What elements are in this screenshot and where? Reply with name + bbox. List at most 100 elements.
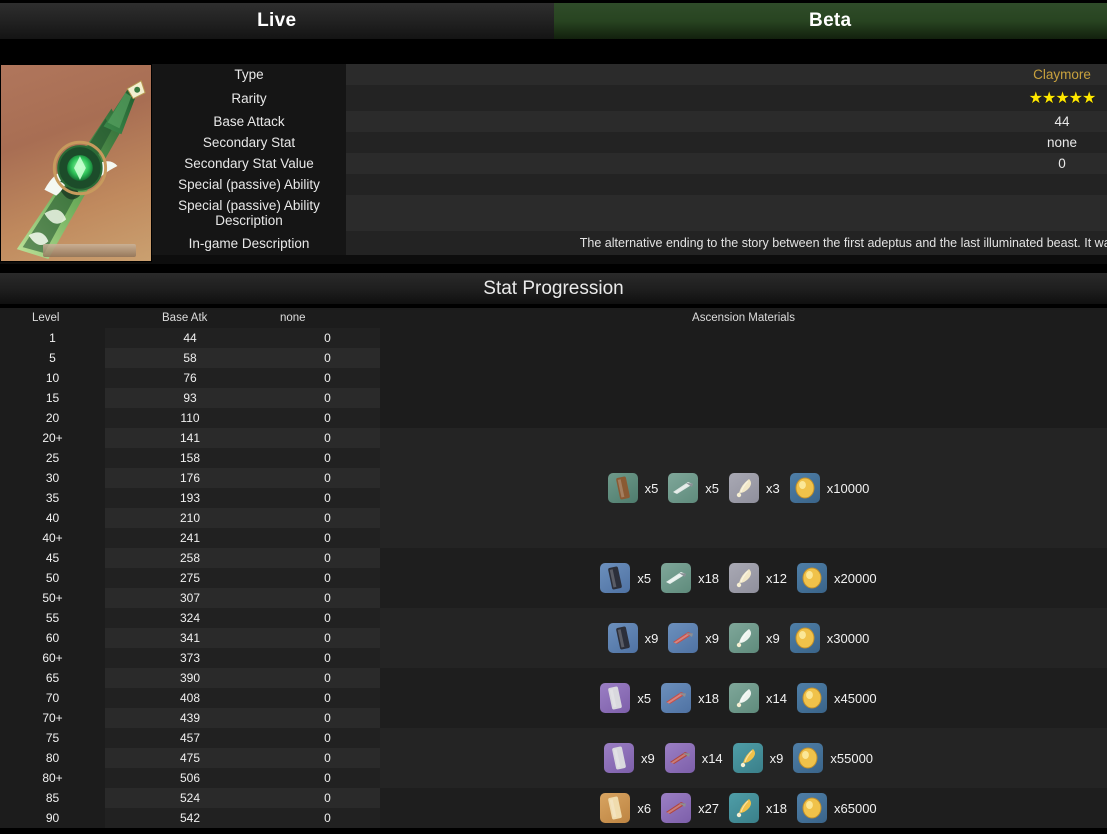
table-row: 30 176 0: [0, 468, 1107, 488]
info-label-passive-ability-description: Special (passive) Ability Description: [152, 195, 346, 231]
tab-live[interactable]: Live: [0, 3, 554, 39]
cell-base-atk: 158: [105, 448, 275, 468]
cell-base-atk: 176: [105, 468, 275, 488]
cell-base-atk: 241: [105, 528, 275, 548]
cell-level: 30: [45, 471, 60, 485]
cell-secondary: 0: [275, 508, 380, 528]
cell-level: 70: [45, 691, 60, 705]
cell-secondary: 0: [275, 768, 380, 788]
cell-ascension-spacer: [380, 488, 1107, 508]
info-value-base-attack: 44: [346, 111, 1107, 132]
cell-ascension-spacer: [380, 568, 1107, 588]
cell-secondary: 0: [275, 348, 380, 368]
table-row: 85 524 0: [0, 788, 1107, 808]
cell-secondary: 0: [275, 488, 380, 508]
tab-live-label: Live: [257, 10, 297, 31]
cell-base-atk: 341: [105, 628, 275, 648]
cell-ascension-spacer: [380, 408, 1107, 428]
cell-base-atk: 324: [105, 608, 275, 628]
cell-base-atk: 210: [105, 508, 275, 528]
info-label-rarity: Rarity: [152, 85, 346, 111]
cell-level: 75: [45, 731, 60, 745]
cell-base-atk: 58: [105, 348, 275, 368]
cell-secondary: 0: [275, 628, 380, 648]
info-value-secondary-stat-value: 0: [346, 153, 1107, 174]
stat-progression-header: Stat Progression: [0, 273, 1107, 304]
cell-secondary: 0: [275, 728, 380, 748]
cell-secondary: 0: [275, 808, 380, 828]
cell-ascension-spacer: [380, 788, 1107, 808]
table-row: 75 457 0: [0, 728, 1107, 748]
cell-base-atk: 457: [105, 728, 275, 748]
weapon-type-value: Claymore: [1033, 67, 1091, 82]
info-label-ingame-description: In-game Description: [152, 231, 346, 255]
cell-ascension-spacer: [380, 648, 1107, 668]
version-tab-bar: Live Beta: [0, 3, 1107, 39]
cell-ascension-spacer: [380, 608, 1107, 628]
cell-ascension-spacer: [380, 528, 1107, 548]
cell-ascension-spacer: [380, 368, 1107, 388]
cell-level: 65: [45, 671, 60, 685]
cell-level: 25: [45, 451, 60, 465]
table-body: x5 x5 x3 x10000 x5 x18 x12 x20000 x9 x9 x9 x30000 x5…: [0, 328, 1107, 828]
info-label-secondary-stat-value: Secondary Stat Value: [152, 153, 346, 174]
cell-ascension-spacer: [380, 688, 1107, 708]
weapon-attributes-table: Type Claymore Rarity ★★★★★ Base Attack 4…: [152, 64, 1107, 264]
cell-ascension-spacer: [380, 668, 1107, 688]
cell-ascension-spacer: [380, 508, 1107, 528]
table-row: 65 390 0: [0, 668, 1107, 688]
table-row: 80+ 506 0: [0, 768, 1107, 788]
cell-level: 10: [45, 371, 60, 385]
cell-ascension-spacer: [380, 768, 1107, 788]
cell-base-atk: 439: [105, 708, 275, 728]
column-header-ascension-materials: Ascension Materials: [692, 312, 795, 324]
cell-level: 1: [49, 331, 56, 345]
cell-ascension-spacer: [380, 388, 1107, 408]
table-row: 90 542 0: [0, 808, 1107, 828]
weapon-info-panel: Type Claymore Rarity ★★★★★ Base Attack 4…: [0, 64, 1107, 264]
info-row-base-attack: Base Attack 44: [152, 111, 1107, 132]
table-row: 60+ 373 0: [0, 648, 1107, 668]
cell-level: 20+: [42, 431, 63, 445]
stat-progression-title: Stat Progression: [483, 277, 624, 299]
cell-level: 60: [45, 631, 60, 645]
table-row: 80 475 0: [0, 748, 1107, 768]
cell-ascension-spacer: [380, 348, 1107, 368]
table-rows-host: 1 44 0 5 58 0 10 76 0 15 93 0 20 110 0 20+ 141 0 25 158 0 30 1…: [0, 328, 1107, 828]
cell-base-atk: 141: [105, 428, 275, 448]
tabbar-spacer: [0, 39, 1107, 64]
cell-base-atk: 275: [105, 568, 275, 588]
cell-level: 35: [45, 491, 60, 505]
cell-base-atk: 44: [105, 328, 275, 348]
table-row: 20 110 0: [0, 408, 1107, 428]
cell-level: 50: [45, 571, 60, 585]
info-label-type: Type: [152, 64, 346, 85]
table-row: 15 93 0: [0, 388, 1107, 408]
info-row-ingame-description: In-game Description The alternative endi…: [152, 231, 1107, 255]
table-row: 70 408 0: [0, 688, 1107, 708]
cell-ascension-spacer: [380, 808, 1107, 828]
cell-secondary: 0: [275, 368, 380, 388]
cell-base-atk: 542: [105, 808, 275, 828]
info-row-type: Type Claymore: [152, 64, 1107, 85]
cell-level: 40: [45, 511, 60, 525]
table-row: 10 76 0: [0, 368, 1107, 388]
rarity-stars-icon: ★★★★★: [1028, 90, 1097, 107]
info-value-rarity: ★★★★★: [346, 85, 1107, 111]
table-row: 60 341 0: [0, 628, 1107, 648]
info-label-base-attack: Base Attack: [152, 111, 346, 132]
table-row: 1 44 0: [0, 328, 1107, 348]
tab-beta[interactable]: Beta: [553, 3, 1107, 39]
claymore-illustration-icon: [16, 80, 146, 260]
cell-secondary: 0: [275, 428, 380, 448]
table-row: 20+ 141 0: [0, 428, 1107, 448]
column-header-secondary: none: [280, 312, 306, 324]
cell-level: 80: [45, 751, 60, 765]
cell-base-atk: 93: [105, 388, 275, 408]
info-label-secondary-stat: Secondary Stat: [152, 132, 346, 153]
cell-secondary: 0: [275, 548, 380, 568]
weapon-description-text: The alternative ending to the story betw…: [579, 236, 1107, 250]
cell-secondary: 0: [275, 388, 380, 408]
cell-base-atk: 475: [105, 748, 275, 768]
weapon-detail-page: Live Beta Type Claymore Rarity ★★★★★ Bas…: [0, 0, 1107, 834]
